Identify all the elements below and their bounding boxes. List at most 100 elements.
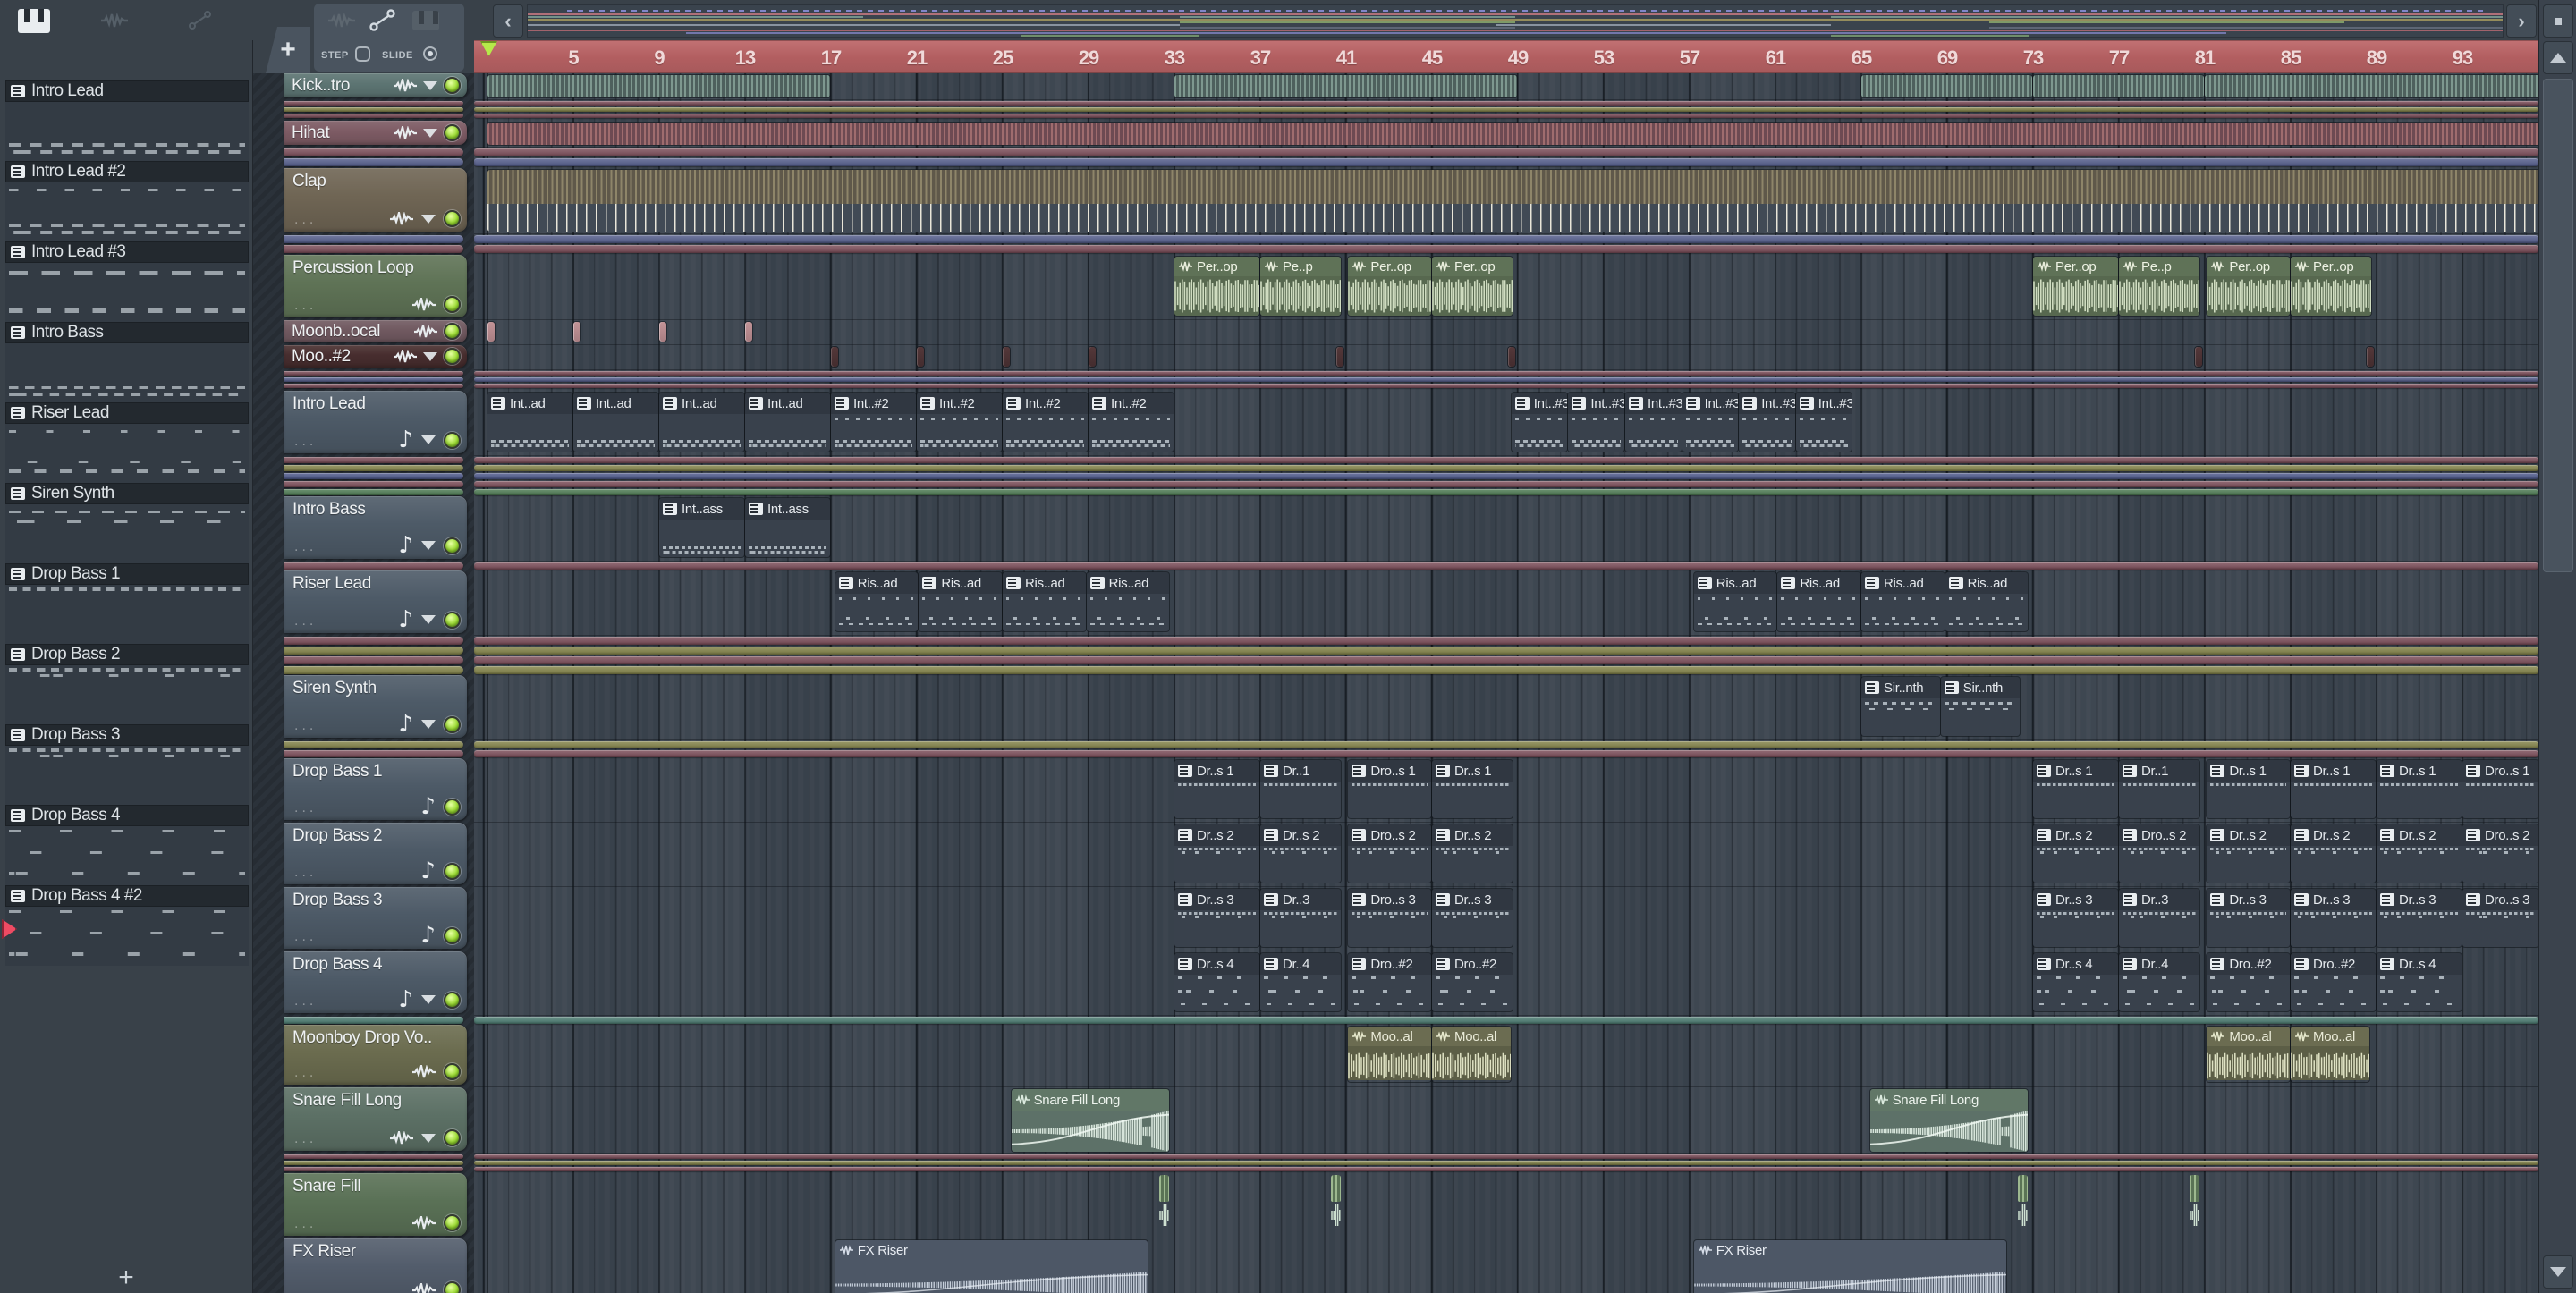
mini-track-clip[interactable] <box>474 481 2538 487</box>
clip[interactable]: Ris..ad <box>1777 572 1860 631</box>
timeline-ruler[interactable]: 5 9 13 17 21 25 29 33 37 41 45 49 53 57 61 65 69 73 77 81 85… <box>474 40 2538 73</box>
track-header-clap[interactable]: Clap... <box>284 168 467 232</box>
pattern-preview[interactable] <box>5 665 249 724</box>
pattern-preview[interactable] <box>5 746 249 805</box>
clip[interactable]: Dr..1 <box>2119 760 2200 818</box>
scroll-left-button[interactable]: ‹ <box>493 4 523 38</box>
track-options-dots[interactable]: ... <box>294 1283 317 1293</box>
mute-led[interactable] <box>444 991 461 1009</box>
track-lane-snare-fill-long[interactable]: Snare Fill Long Snare Fill Long <box>474 1087 2538 1154</box>
clip[interactable] <box>1174 75 1517 97</box>
track-options-dots[interactable]: ... <box>294 718 317 734</box>
mini-track-stub[interactable] <box>284 114 463 118</box>
track-options-dots[interactable]: ... <box>294 434 317 450</box>
clip[interactable] <box>487 123 2538 145</box>
clip[interactable] <box>1003 347 1011 367</box>
clip[interactable] <box>2205 75 2538 97</box>
clip[interactable]: Moo..al <box>2291 1027 2369 1082</box>
clip[interactable]: Ris..ad <box>1861 572 1945 631</box>
chevron-down-icon[interactable] <box>423 351 437 361</box>
clip[interactable]: Moo..al <box>1348 1027 1431 1082</box>
clip[interactable] <box>487 170 2538 232</box>
clip[interactable]: Dr..s 4 <box>1174 953 1259 1011</box>
clip[interactable]: Int..#2 <box>1003 393 1088 452</box>
track-options-dots[interactable]: ... <box>294 800 317 816</box>
track-header-riser-lead[interactable]: Riser Lead... ♪ <box>284 570 467 633</box>
mini-track-stub[interactable] <box>284 741 463 748</box>
mini-track-clip[interactable] <box>474 666 2538 674</box>
mini-track-stub[interactable] <box>284 656 463 664</box>
mini-track-stub[interactable] <box>284 377 463 382</box>
mini-track-clip[interactable] <box>474 646 2538 655</box>
mute-led[interactable] <box>444 77 461 94</box>
picker-tab-audio[interactable] <box>95 6 134 35</box>
mute-led[interactable] <box>444 1214 461 1231</box>
track-header-intro-bass[interactable]: Intro Bass... ♪ <box>284 496 467 559</box>
pattern-item-header[interactable]: Intro Lead <box>5 80 249 102</box>
mute-led[interactable] <box>444 431 461 449</box>
pattern-item-header[interactable]: Drop Bass 4 <box>5 805 249 826</box>
clip[interactable]: Dr..3 <box>2119 889 2200 947</box>
mini-track-stub[interactable] <box>284 646 463 655</box>
clip[interactable]: Dro..s 3 <box>2462 889 2538 947</box>
picker-tab-patterns[interactable] <box>14 6 54 35</box>
clip[interactable]: Per..op <box>2033 257 2118 316</box>
mini-track-stub[interactable] <box>284 1167 463 1171</box>
track-lane-snare-fill[interactable] <box>474 1173 2538 1238</box>
track-lane-drop-bass-3[interactable]: Dr..s 3 Dr..3 Dro..s 3 Dr..s 3 Dr..s 3 Dr..3 D… <box>474 887 2538 951</box>
clip[interactable] <box>1089 347 1097 367</box>
clip[interactable]: Per..op <box>2291 257 2372 316</box>
chevron-down-icon[interactable] <box>421 995 436 1004</box>
track-header-intro-lead[interactable]: Intro Lead... ♪ <box>284 391 467 453</box>
spectrum-icon[interactable] <box>328 13 355 29</box>
mini-track-stub[interactable] <box>284 1161 463 1165</box>
clip[interactable]: Dr..s 3 <box>2207 889 2290 947</box>
track-header-moo-2[interactable]: Moo..#2 <box>284 345 467 368</box>
clip[interactable]: Dro..s 1 <box>1348 760 1431 818</box>
mini-track-clip[interactable] <box>474 465 2538 471</box>
clip[interactable]: Dro..s 1 <box>2462 760 2538 818</box>
mute-led[interactable] <box>444 124 461 141</box>
clip[interactable]: Per..op <box>2207 257 2290 316</box>
picker-tab-automation[interactable] <box>181 6 220 35</box>
clip[interactable]: Dr..s 1 <box>2291 760 2376 818</box>
track-header-hihat[interactable]: Hihat <box>284 121 467 145</box>
mini-track-stub[interactable] <box>284 750 463 757</box>
clip[interactable]: Ris..ad <box>919 572 1002 631</box>
mini-track-clip[interactable] <box>474 562 2538 570</box>
clip[interactable]: Per..op <box>1174 257 1259 316</box>
clip[interactable]: Dro..#2 <box>1348 953 1431 1011</box>
clip[interactable]: Dr..s 1 <box>2033 760 2118 818</box>
clip[interactable] <box>573 322 581 342</box>
track-lane-drop-bass-4[interactable]: Dr..s 4 Dr..4 Dro..#2 Dro..#2 Dr..s 4 Dr..4 Dr… <box>474 951 2538 1016</box>
mini-track-clip[interactable] <box>474 245 2538 253</box>
mute-led[interactable] <box>444 348 461 365</box>
clip[interactable]: Dr..s 2 <box>2207 824 2290 883</box>
mini-track-stub[interactable] <box>284 245 463 253</box>
clip[interactable]: Int..#3 <box>1795 393 1852 452</box>
clip[interactable]: Pe..p <box>1260 257 1342 316</box>
clip[interactable] <box>1336 347 1344 367</box>
clip[interactable]: Moo..al <box>1432 1027 1511 1082</box>
track-options-dots[interactable]: ... <box>294 865 317 881</box>
clip[interactable]: Dro..#2 <box>1432 953 1513 1011</box>
clip[interactable]: Dro..s 3 <box>1348 889 1431 947</box>
clip[interactable] <box>831 347 839 367</box>
scrollbar-thumb[interactable] <box>2543 79 2573 572</box>
clip[interactable]: Ris..ad <box>1693 572 1777 631</box>
mute-led[interactable] <box>444 1281 461 1293</box>
mini-track-stub[interactable] <box>284 384 463 388</box>
pattern-preview[interactable] <box>5 343 249 402</box>
mini-track-stub[interactable] <box>284 465 463 471</box>
clip[interactable]: Dr..s 1 <box>1432 760 1513 818</box>
clip[interactable]: Per..op <box>1432 257 1513 316</box>
mini-track-clip[interactable] <box>474 114 2538 118</box>
track-lane-fx-riser[interactable]: FX Riser FX Riser <box>474 1238 2538 1293</box>
pattern-item-header[interactable]: Intro Bass <box>5 322 249 343</box>
clip[interactable] <box>2195 347 2203 367</box>
mini-track-stub[interactable] <box>284 481 463 487</box>
pattern-preview[interactable] <box>5 907 249 966</box>
mini-track-clip[interactable] <box>474 101 2538 106</box>
mute-led[interactable] <box>444 537 461 554</box>
mini-track-clip[interactable] <box>474 377 2538 382</box>
